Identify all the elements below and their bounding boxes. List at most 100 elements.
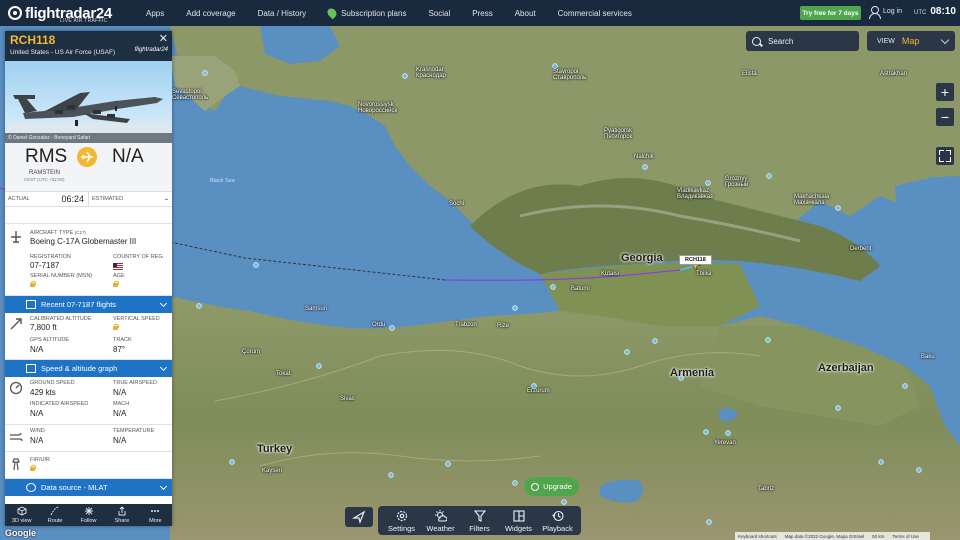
map-label-yerevan: Yerevan (714, 440, 736, 446)
lock-icon (113, 281, 119, 287)
map-label-sochi: Sochi (449, 201, 465, 207)
mach-value: N/A (113, 409, 127, 418)
origin-airport-code[interactable]: RMS (25, 146, 67, 168)
lock-icon (30, 465, 36, 471)
top-navigation-bar: flightradar24 LIVE AIR TRAFFIC Apps Add … (0, 0, 960, 26)
origin-city: RAMSTEIN (29, 170, 61, 176)
photo-credit[interactable]: © Daniel Gonzalez - Boneyard Safari (5, 133, 172, 143)
widgets-button[interactable]: Widgets (499, 506, 538, 535)
weather-section: WIND N/A TEMPERATURE N/A (5, 425, 172, 452)
logo-tagline: LIVE AIR TRAFFIC (60, 18, 108, 24)
data-source-label: Data source - MLAT (41, 483, 108, 492)
map-label-tokat: Tokat (276, 371, 291, 377)
lock-icon (113, 324, 119, 330)
map-label-tabriz: Tabriz (758, 486, 775, 492)
close-icon[interactable]: ✕ (159, 34, 168, 45)
more-button[interactable]: More (139, 504, 172, 526)
zoom-out-button[interactable]: − (936, 108, 954, 126)
aircraft-photo[interactable]: © Daniel Gonzalez - Boneyard Safari (5, 61, 172, 143)
flight-callsign: RCH118 (10, 33, 56, 47)
gps-altitude-label: GPS ALTITUDE (30, 337, 70, 343)
3d-view-button[interactable]: 3D view (5, 504, 38, 526)
nav-apps[interactable]: Apps (135, 9, 175, 18)
map-attribution: Keyboard shortcuts Map data ©2022 Google… (735, 532, 930, 540)
flight-label-tag[interactable]: RCH118 (679, 255, 712, 265)
aircraft-type-value[interactable]: Boeing C-17A Globemaster III (30, 237, 136, 246)
fullscreen-icon (939, 150, 944, 155)
my-location-button[interactable] (345, 507, 373, 527)
route-button[interactable]: Route (38, 504, 71, 526)
airplane-icon (77, 147, 97, 167)
follow-button[interactable]: Follow (72, 504, 105, 526)
times-row: ACTUAL 06:24 ESTIMATED - (5, 192, 172, 207)
login-button[interactable]: Log in (869, 6, 902, 19)
true-airspeed-value: N/A (113, 388, 127, 397)
keyboard-shortcuts-link[interactable]: Keyboard shortcuts (738, 534, 777, 539)
recent-flights-label: Recent 07-7187 flights (41, 300, 117, 309)
view-label: VIEW (877, 37, 895, 45)
ground-speed-value: 429 kts (30, 388, 56, 397)
map-label-astrakhan: Astrakhan (880, 71, 908, 77)
map-label-armenia: Armenia (670, 367, 715, 379)
settings-button[interactable]: Settings (382, 506, 421, 535)
actual-time-cell: ACTUAL 06:24 (5, 192, 89, 206)
speedometer-icon (9, 381, 23, 395)
more-dots-icon (151, 510, 160, 512)
map-label-kayseri: Kayseri (262, 468, 283, 474)
map-label-georgia: Georgia (621, 252, 663, 264)
search-icon (752, 36, 761, 46)
map-label-elista: Elista (742, 71, 757, 77)
map-label-sevastopol: Sevastopol Севастополь (172, 89, 209, 102)
mach-label: MACH (113, 401, 130, 407)
route-icon (50, 506, 60, 516)
search-input[interactable]: Search (746, 31, 859, 51)
map-label-baku: Baku (921, 354, 935, 360)
view-value: Map (901, 36, 920, 46)
nav-about[interactable]: About (504, 9, 547, 18)
chevron-down-icon (159, 363, 168, 372)
upgrade-button[interactable]: Upgrade (524, 477, 579, 496)
view-selector[interactable]: VIEW Map (867, 31, 955, 51)
aircraft-silhouette (5, 92, 172, 143)
nav-press[interactable]: Press (461, 9, 503, 18)
fir-section: FIR/UIR (5, 452, 172, 479)
map-label-groznyy: Groznyy Грозный (725, 176, 749, 189)
aircraft-icon (11, 231, 21, 243)
clock-timezone: UTC (914, 10, 927, 16)
registration-label: REGISTRATION (30, 254, 71, 260)
panel-footer: 3D view Route Follow Share More (5, 504, 172, 526)
wind-value: N/A (30, 436, 44, 445)
utc-clock: UTC 08:10 (914, 6, 956, 17)
nav-data-history[interactable]: Data / History (247, 9, 317, 18)
nav-subscription-plans[interactable]: Subscription plans (317, 6, 417, 20)
user-icon (869, 6, 881, 19)
nav-add-coverage[interactable]: Add coverage (175, 9, 246, 18)
map-label-azerbaijan: Azerbaijan (818, 362, 874, 374)
google-logo: Google (5, 528, 36, 538)
wind-icon (10, 432, 23, 442)
upgrade-icon (531, 482, 540, 491)
recent-flights-toggle[interactable]: Recent 07-7187 flights (5, 296, 172, 313)
history-clock-icon (551, 510, 564, 522)
nav-social[interactable]: Social (417, 9, 461, 18)
fullscreen-button[interactable] (936, 147, 954, 165)
nav-commercial-services[interactable]: Commercial services (547, 9, 643, 18)
map-label-erzurum: Erzurum (527, 388, 550, 394)
share-button[interactable]: Share (105, 504, 138, 526)
main-nav: Apps Add coverage Data / History Subscri… (135, 0, 643, 26)
registration-value[interactable]: 07-7187 (30, 261, 59, 270)
map-label-nalchik: Nalchik (634, 154, 654, 160)
filters-button[interactable]: Filters (460, 506, 499, 535)
speed-altitude-graph-toggle[interactable]: Speed & altitude graph (5, 360, 172, 377)
map-label-rize: Rize (497, 323, 510, 329)
map-label-black-sea: Black Sea (210, 178, 235, 184)
map-label-sivas: Sivas (340, 396, 355, 402)
playback-button[interactable]: Playback (538, 506, 577, 535)
flightradar24-logo[interactable]: flightradar24 LIVE AIR TRAFFIC (0, 0, 135, 26)
try-free-button[interactable]: Try free for 7 days (800, 6, 861, 20)
data-source-toggle[interactable]: Data source - MLAT (5, 479, 172, 496)
weather-button[interactable]: Weather (421, 506, 460, 535)
terms-of-use-link[interactable]: Terms of Use (892, 534, 919, 539)
zoom-in-button[interactable]: + (936, 83, 954, 101)
track-value: 87° (113, 345, 126, 354)
